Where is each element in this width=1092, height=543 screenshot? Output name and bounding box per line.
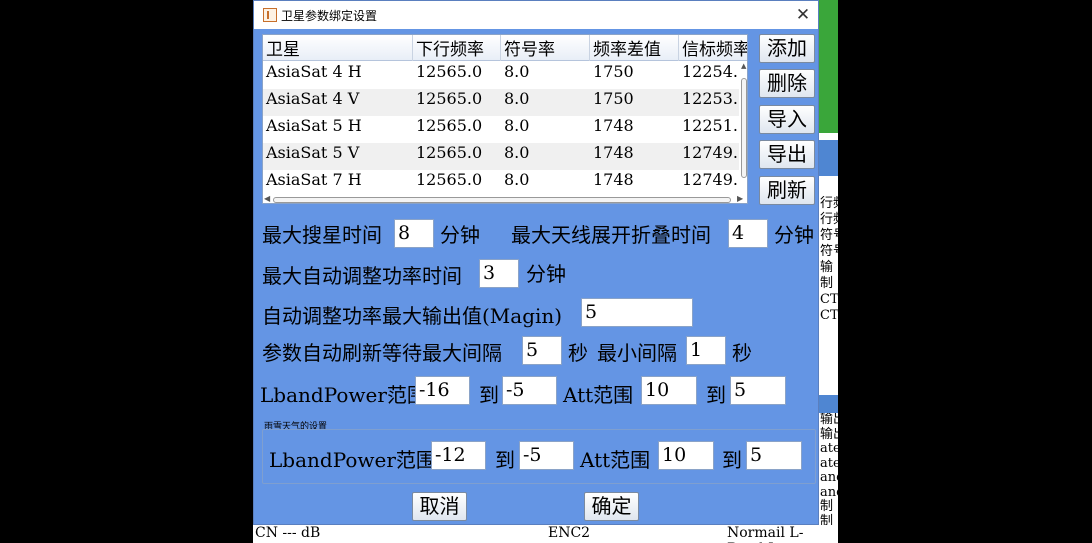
cell-symbol-rate: 8.0	[504, 170, 530, 189]
background-side-text: 行频 行频 符号 符号 输 制 CT CT	[820, 196, 838, 323]
cell-beacon-freq: 12749.7	[682, 143, 739, 162]
table-horizontal-scrollbar[interactable]: ◀ ▶	[263, 194, 747, 203]
satellite-table[interactable]: 卫星 下行频率 符号率 频率差值 信标频率 AsiaSat 4 H 12565.…	[262, 34, 748, 204]
cell-freq-diff: 1748	[593, 170, 634, 189]
status-enc: ENC2	[548, 525, 591, 541]
cell-satellite: AsiaSat 5 V	[266, 143, 360, 162]
column-header-satellite[interactable]: 卫星	[263, 35, 413, 61]
background-app-panel: 行频 行频 符号 符号 输 制 CT CT 输出 输出 ate ate and …	[818, 0, 838, 543]
cell-freq-diff: 1748	[593, 143, 634, 162]
column-header-downlink-freq[interactable]: 下行频率	[413, 35, 501, 61]
column-header-symbol-rate[interactable]: 符号率	[501, 35, 590, 61]
cancel-button[interactable]: 取消	[412, 492, 467, 521]
minute-unit-label: 分钟	[440, 223, 480, 247]
refresh-max-interval-input[interactable]: 5	[522, 336, 562, 365]
cell-freq-diff: 1750	[593, 62, 634, 81]
import-button[interactable]: 导入	[759, 105, 815, 134]
lband-power-max-input[interactable]: -5	[502, 376, 557, 405]
cell-symbol-rate: 8.0	[504, 89, 530, 108]
max-antenna-time-label: 最大天线展开折叠时间	[511, 223, 711, 247]
status-band: Normail L-Band I	[727, 525, 804, 543]
max-output-margin-label: 自动调整功率最大输出值(Magin)	[262, 304, 563, 328]
background-green-block	[818, 0, 838, 133]
background-blue-highlight	[818, 395, 838, 413]
ok-button[interactable]: 确定	[584, 492, 639, 521]
table-vertical-scrollbar[interactable]: ▲	[740, 62, 747, 202]
cell-downlink-freq: 12565.0	[416, 89, 483, 108]
cell-symbol-rate: 8.0	[504, 143, 530, 162]
cell-freq-diff: 1750	[593, 89, 634, 108]
table-row[interactable]: AsiaSat 5 H 12565.0 8.0 1748 12251.2	[263, 116, 739, 143]
horizontal-scroll-thumb[interactable]	[273, 197, 731, 203]
refresh-max-interval-label: 参数自动刷新等待最大间隔	[262, 341, 502, 365]
cell-satellite: AsiaSat 4 V	[266, 89, 360, 108]
to-label: 到	[495, 448, 515, 472]
java-app-icon	[263, 8, 277, 22]
rain-lband-power-min-input[interactable]: -12	[431, 441, 486, 470]
add-button[interactable]: 添加	[759, 34, 815, 63]
cell-beacon-freq: 12254.0	[682, 62, 739, 81]
max-antenna-time-input[interactable]: 4	[728, 219, 768, 248]
min-interval-label: 最小间隔	[597, 341, 677, 365]
scroll-left-arrow-icon[interactable]: ◀	[264, 194, 270, 203]
rain-lband-power-range-label: LbandPower范围	[269, 448, 436, 472]
cell-downlink-freq: 12565.0	[416, 62, 483, 81]
export-button[interactable]: 导出	[759, 140, 815, 169]
rain-att-max-input[interactable]: 5	[746, 441, 802, 470]
cell-beacon-freq: 12251.2	[682, 116, 739, 135]
lband-power-min-input[interactable]: -16	[415, 376, 470, 405]
background-blue-block	[818, 140, 838, 176]
cell-beacon-freq: 12749.3	[682, 170, 739, 189]
max-power-adjust-time-input[interactable]: 3	[479, 259, 519, 288]
cell-beacon-freq: 12253.0	[682, 89, 739, 108]
max-power-adjust-time-label: 最大自动调整功率时间	[262, 264, 462, 288]
max-search-time-label: 最大搜星时间	[262, 223, 382, 247]
minute-unit-label: 分钟	[526, 262, 566, 286]
table-row[interactable]: AsiaSat 4 V 12565.0 8.0 1750 12253.0	[263, 89, 739, 116]
table-row[interactable]: AsiaSat 5 V 12565.0 8.0 1748 12749.7	[263, 143, 739, 170]
second-unit-label: 秒	[732, 341, 752, 365]
scroll-right-arrow-icon[interactable]: ▶	[737, 194, 743, 203]
cell-symbol-rate: 8.0	[504, 116, 530, 135]
cell-satellite: AsiaSat 5 H	[266, 116, 362, 135]
lband-power-range-label: LbandPower范围	[260, 383, 427, 407]
table-row[interactable]: AsiaSat 4 H 12565.0 8.0 1750 12254.0	[263, 62, 739, 89]
to-label: 到	[706, 383, 726, 407]
table-header: 卫星 下行频率 符号率 频率差值 信标频率	[263, 35, 747, 61]
vertical-scroll-thumb[interactable]	[741, 78, 747, 178]
column-header-beacon-freq[interactable]: 信标频率	[679, 35, 747, 61]
refresh-min-interval-input[interactable]: 1	[686, 336, 726, 365]
cell-symbol-rate: 8.0	[504, 62, 530, 81]
cell-satellite: AsiaSat 4 H	[266, 62, 362, 81]
att-min-input[interactable]: 10	[641, 376, 697, 405]
max-output-margin-input[interactable]: 5	[581, 298, 693, 327]
cell-downlink-freq: 12565.0	[416, 143, 483, 162]
scroll-up-arrow-icon[interactable]: ▲	[741, 62, 746, 70]
cell-downlink-freq: 12565.0	[416, 116, 483, 135]
att-range-label: Att范围	[563, 383, 634, 407]
minute-unit-label: 分钟	[774, 223, 814, 247]
dialog-title: 卫星参数绑定设置	[281, 9, 378, 23]
delete-button[interactable]: 删除	[759, 69, 815, 98]
cell-satellite: AsiaSat 7 H	[266, 170, 362, 189]
column-header-freq-diff[interactable]: 频率差值	[590, 35, 679, 61]
table-row[interactable]: AsiaSat 7 H 12565.0 8.0 1748 12749.3	[263, 170, 739, 197]
status-cn: CN --- dB	[255, 525, 321, 541]
rain-att-range-label: Att范围	[580, 448, 651, 472]
background-status-bar: CN --- dB ENC2 Normail L-Band I	[253, 525, 838, 543]
max-search-time-input[interactable]: 8	[394, 219, 434, 248]
rain-lband-power-max-input[interactable]: -5	[519, 441, 574, 470]
cell-freq-diff: 1748	[593, 116, 634, 135]
second-unit-label: 秒	[568, 341, 588, 365]
refresh-button[interactable]: 刷新	[759, 176, 815, 205]
close-button[interactable]: ✕	[792, 4, 814, 26]
background-side-text-2: 输出 输出 ate ate and and 制 制 d I	[820, 413, 838, 543]
satellite-settings-dialog: 卫星参数绑定设置 ✕ 卫星 下行频率 符号率 频率差值 信标频率 AsiaSat…	[253, 0, 819, 525]
att-max-input[interactable]: 5	[730, 376, 786, 405]
to-label: 到	[722, 448, 742, 472]
to-label: 到	[479, 383, 499, 407]
title-bar: 卫星参数绑定设置 ✕	[254, 1, 818, 29]
cell-downlink-freq: 12565.0	[416, 170, 483, 189]
rain-att-min-input[interactable]: 10	[658, 441, 714, 470]
